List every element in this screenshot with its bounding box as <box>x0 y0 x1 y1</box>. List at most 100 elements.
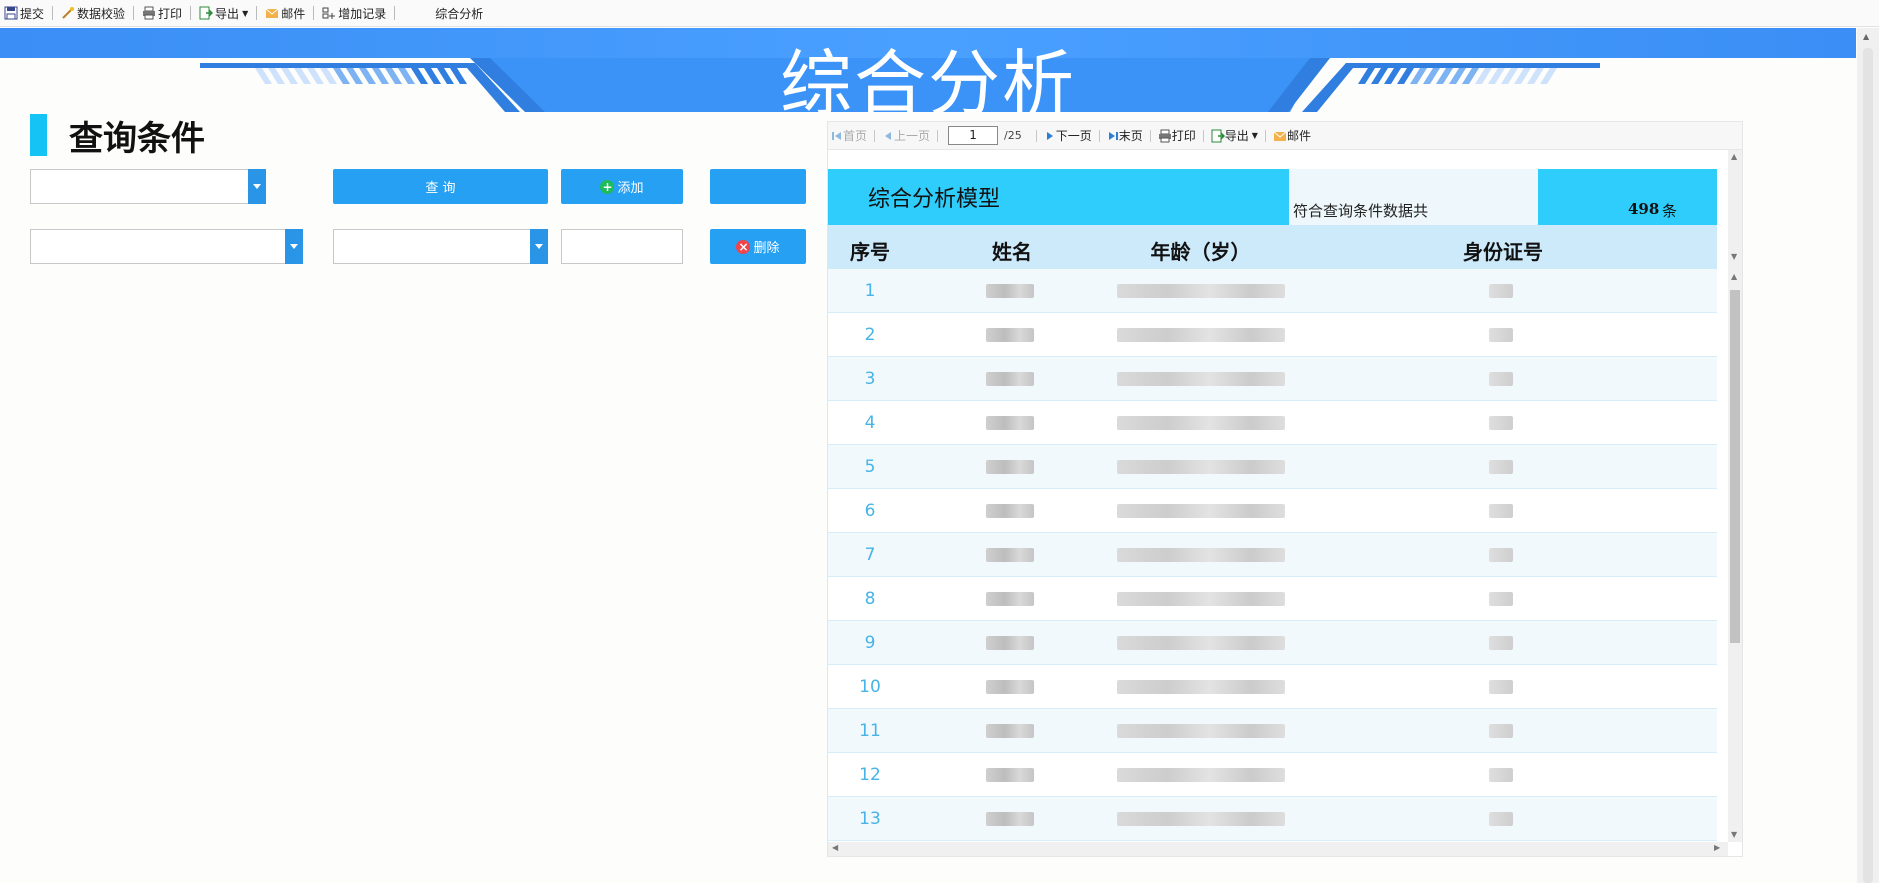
scroll-up-icon[interactable]: ▲ <box>1863 32 1869 41</box>
column-header-index: 序号 <box>850 239 890 264</box>
report-print-button[interactable]: 打印 <box>1155 127 1199 144</box>
page-scrollbar[interactable]: ▲ <box>1857 28 1879 883</box>
scroll-up-icon[interactable]: ▲ <box>1731 152 1737 161</box>
last-page-button[interactable]: 末页 <box>1104 127 1146 144</box>
row-index: 3 <box>864 369 876 389</box>
table-row[interactable]: 10 <box>828 665 1717 709</box>
first-page-button[interactable]: 首页 <box>828 127 870 144</box>
row-index: 10 <box>859 677 881 697</box>
report-horizontal-scrollbar[interactable]: ◀ ▶ <box>828 842 1728 856</box>
total-pages: /25 <box>1004 129 1022 142</box>
validate-button[interactable]: 数据校验 <box>57 2 129 24</box>
toolbar: 提交 数据校验 打印 导出 ▼ 邮件 增加记录 综合分析 <box>0 0 1879 27</box>
chevron-down-icon[interactable] <box>248 169 266 204</box>
table-row[interactable]: 6 <box>828 489 1717 533</box>
mail-icon <box>265 8 279 18</box>
prev-page-label: 上一页 <box>894 129 931 143</box>
redacted-id-cell <box>1489 416 1513 430</box>
pager-separator <box>1264 129 1266 142</box>
page-scroll-thumb[interactable] <box>1863 48 1873 883</box>
table-row[interactable]: 11 <box>828 709 1717 753</box>
chevron-down-icon[interactable] <box>530 229 548 264</box>
blank-action-button[interactable] <box>710 169 806 204</box>
toolbar-separator <box>190 6 192 20</box>
table-row[interactable]: 8 <box>828 577 1717 621</box>
first-page-icon <box>832 131 841 140</box>
delete-button[interactable]: × 删除 <box>710 229 806 264</box>
redacted-name-cell <box>986 592 1034 606</box>
report-scroll-thumb[interactable] <box>1730 290 1740 643</box>
submit-button[interactable]: 提交 <box>0 2 48 24</box>
toolbar-separator <box>133 6 135 20</box>
report-title: 综合分析模型 <box>868 187 1001 212</box>
save-icon <box>4 6 18 20</box>
filter-combo-1[interactable] <box>30 169 266 204</box>
filter-text-input[interactable] <box>561 229 683 264</box>
row-index: 12 <box>859 765 881 785</box>
report-mail-button[interactable]: 邮件 <box>1270 127 1314 144</box>
pager-separator <box>937 129 939 142</box>
report-export-button[interactable]: 导出 ▼ <box>1208 127 1261 144</box>
banner-title: 综合分析 <box>779 42 1076 112</box>
redacted-age-cell <box>1117 812 1285 826</box>
redacted-age-cell <box>1117 636 1285 650</box>
print-button[interactable]: 打印 <box>138 2 186 24</box>
table-row[interactable]: 9 <box>828 621 1717 665</box>
redacted-age-cell <box>1117 328 1285 342</box>
table-row[interactable]: 5 <box>828 445 1717 489</box>
export-button[interactable]: 导出 ▼ <box>195 2 252 24</box>
pager-separator <box>1202 129 1204 142</box>
redacted-age-cell <box>1117 284 1285 298</box>
query-button[interactable]: 查 询 <box>333 169 548 204</box>
count-label: 符合查询条件数据共 <box>1293 202 1429 220</box>
table-row[interactable]: 3 <box>828 357 1717 401</box>
scroll-up-icon[interactable]: ▲ <box>1731 272 1737 281</box>
redacted-age-cell <box>1117 504 1285 518</box>
table-row[interactable]: 13 <box>828 797 1717 841</box>
chevron-down-icon[interactable] <box>285 229 303 264</box>
printer-icon <box>143 6 156 20</box>
next-page-button[interactable]: 下一页 <box>1041 127 1095 144</box>
redacted-age-cell <box>1117 460 1285 474</box>
scroll-right-icon[interactable]: ▶ <box>1714 843 1720 852</box>
table-row[interactable]: 12 <box>828 753 1717 797</box>
add-button[interactable]: + 添加 <box>561 169 683 204</box>
table-row[interactable]: 1 <box>828 269 1717 313</box>
redacted-id-cell <box>1489 460 1513 474</box>
query-section-title: 查询条件 <box>69 118 205 159</box>
row-index: 13 <box>859 809 881 829</box>
prev-page-button[interactable]: 上一页 <box>879 127 933 144</box>
mail-button[interactable]: 邮件 <box>261 2 309 24</box>
table-row[interactable]: 7 <box>828 533 1717 577</box>
redacted-age-cell <box>1117 680 1285 694</box>
filter-combo-2[interactable] <box>30 229 303 264</box>
validate-label: 数据校验 <box>77 6 126 21</box>
add-record-button[interactable]: 增加记录 <box>318 2 390 24</box>
redacted-id-cell <box>1489 284 1513 298</box>
scroll-down-icon[interactable]: ▼ <box>1731 252 1737 261</box>
pager-separator <box>1149 129 1151 142</box>
redacted-id-cell <box>1489 636 1513 650</box>
page-number-input[interactable]: 1 <box>948 126 999 145</box>
redacted-id-cell <box>1489 504 1513 518</box>
report-print-label: 打印 <box>1171 129 1196 143</box>
scroll-down-icon[interactable]: ▼ <box>1731 830 1737 839</box>
filter-combo-3[interactable] <box>333 229 548 264</box>
table-row[interactable]: 2 <box>828 313 1717 357</box>
pager-separator <box>1098 129 1100 142</box>
report-frame: 首页 上一页 1 /25 下一页 末页 打印 导出 ▼ 邮件 综合分析模型 符合… <box>827 121 1743 857</box>
add-button-label: 添加 <box>617 181 644 196</box>
pager-separator <box>1035 129 1037 142</box>
scroll-left-icon[interactable]: ◀ <box>832 843 838 852</box>
mail-icon <box>1273 131 1287 141</box>
plus-circle-icon: + <box>600 179 615 194</box>
report-vertical-scrollbar[interactable]: ▲ ▼ ▲ ▼ <box>1728 150 1742 842</box>
next-page-label: 下一页 <box>1055 129 1092 143</box>
table-row[interactable]: 4 <box>828 401 1717 445</box>
redacted-name-cell <box>986 768 1034 782</box>
magic-wand-icon <box>62 7 75 19</box>
pager-separator <box>874 129 876 142</box>
redacted-age-cell <box>1117 724 1285 738</box>
chevron-down-icon: ▼ <box>1251 131 1258 140</box>
report-mail-label: 邮件 <box>1286 129 1311 143</box>
